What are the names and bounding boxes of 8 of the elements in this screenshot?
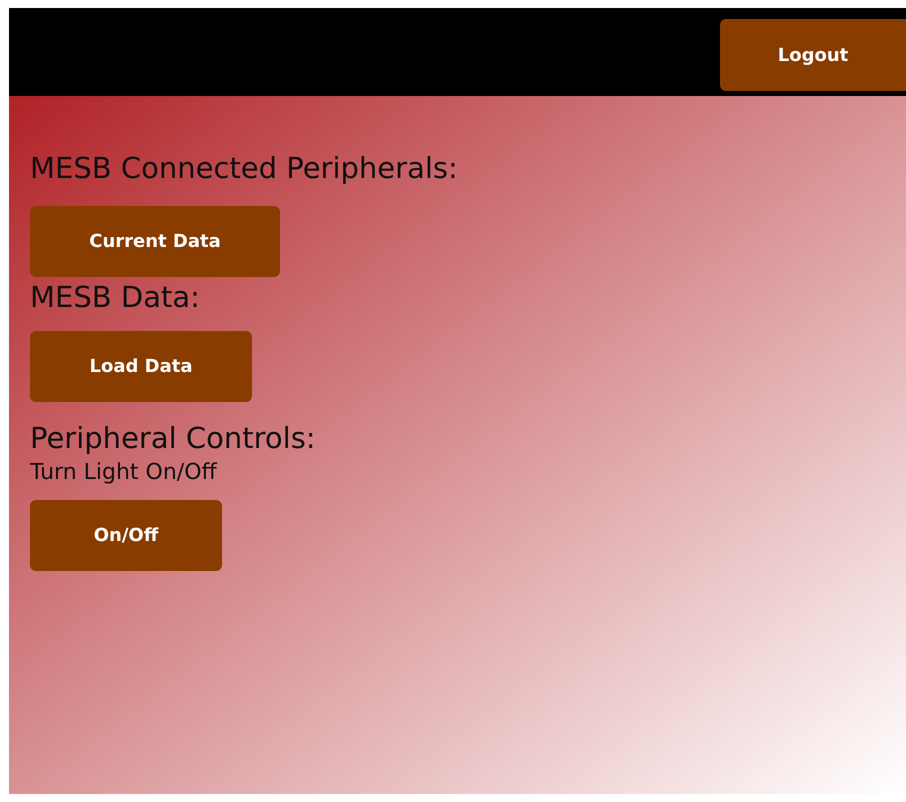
- control-label: Turn Light On/Off: [30, 459, 217, 487]
- section-heading: Peripheral Controls:: [30, 420, 316, 457]
- section-heading: MESB Connected Peripherals:: [30, 150, 458, 187]
- section-heading: MESB Data:: [30, 279, 200, 316]
- logout-button[interactable]: Logout: [720, 19, 906, 91]
- action-button[interactable]: Current Data: [30, 206, 280, 277]
- action-button[interactable]: Load Data: [30, 331, 252, 402]
- action-button[interactable]: On/Off: [30, 500, 222, 571]
